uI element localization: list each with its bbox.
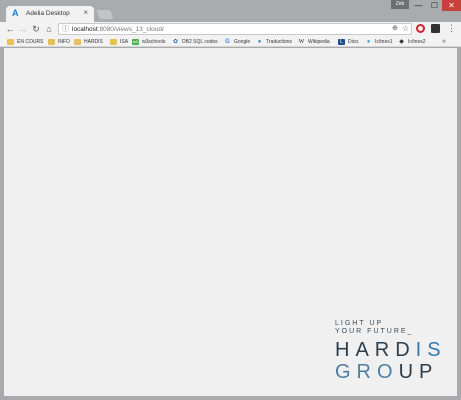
logo-tagline-line1: LIGHT UP: [335, 320, 384, 327]
logo-hardis-part2: IS: [415, 339, 447, 361]
logo-group-part1: GRO: [335, 361, 399, 383]
home-icon[interactable]: ⌂: [44, 23, 54, 35]
browser-toolbar: ← → ↻ ⌂ ⓘ localhost:8080/views_13_cloud/…: [0, 22, 461, 36]
bookmark-google[interactable]: G Google: [224, 37, 250, 46]
folder-icon: [48, 38, 55, 45]
bookmark-label: Icônes2: [408, 38, 426, 45]
bookmark-w3schools[interactable]: w3 w3schools: [132, 37, 165, 46]
page-content: LIGHT UP YOUR FUTURE_ HARDIS GROUP: [4, 48, 457, 396]
new-tab-button[interactable]: [96, 10, 114, 19]
zoom-icon[interactable]: ⊕: [392, 24, 398, 34]
tab-title: Adelia Desktop: [26, 10, 70, 17]
bookmark-icones1[interactable]: ● Icônes1: [365, 37, 393, 46]
bookmark-label: Dico.: [348, 38, 360, 45]
bookmark-wikipedia[interactable]: W Wikipedia: [298, 37, 330, 46]
tab-adelia-desktop[interactable]: A Adelia Desktop ×: [6, 6, 94, 22]
bookmark-label: Wikipedia: [308, 38, 330, 45]
bookmarks-bar: EN COURS INFO HARDIS ISA w3 w3schools ✿ …: [0, 36, 461, 47]
reload-icon[interactable]: ↻: [31, 23, 41, 35]
w3schools-icon: w3: [132, 38, 139, 45]
bookmark-label: Google: [234, 38, 251, 45]
bookmark-icones2[interactable]: ◆ Icônes2: [398, 37, 426, 46]
more-bookmarks-icon[interactable]: »: [442, 37, 446, 46]
bookmark-label: HARDIS: [84, 38, 103, 45]
adelia-logo-icon: A: [12, 8, 19, 18]
tag-icon: ◆: [399, 38, 404, 45]
bookmark-label: INFO: [58, 38, 70, 45]
wikipedia-icon: W: [298, 38, 305, 45]
minimize-button[interactable]: —: [411, 0, 426, 11]
folder-icon: [110, 38, 117, 45]
folder-icon: [74, 38, 81, 45]
bookmark-en-cours[interactable]: EN COURS: [7, 37, 43, 46]
bookmark-db2-sql-codes[interactable]: ✿ DB2 SQL codes: [172, 37, 218, 46]
bookmark-star-icon[interactable]: ☆: [402, 24, 409, 34]
bookmark-isa[interactable]: ISA: [110, 37, 128, 46]
hardis-group-logo: LIGHT UP YOUR FUTURE_ HARDIS GROUP: [335, 320, 447, 383]
bookmark-label: EN COURS: [17, 38, 44, 45]
url-text[interactable]: localhost:8080/views_13_cloud/: [72, 25, 164, 34]
maximize-button[interactable]: ☐: [427, 0, 442, 11]
forward-arrow-icon[interactable]: →: [18, 23, 28, 35]
extension-icon[interactable]: [431, 24, 440, 33]
close-tab-icon[interactable]: ×: [83, 8, 88, 17]
logo-tagline-line2: YOUR FUTURE_: [335, 328, 414, 335]
folder-icon: [7, 38, 14, 45]
bookmark-label: Icônes1: [375, 38, 393, 45]
address-bar[interactable]: ⓘ localhost:8080/views_13_cloud/ ⊕ ☆: [58, 23, 412, 35]
logo-hardis-word: HARDIS: [335, 339, 447, 361]
translate-icon: ●: [257, 38, 262, 45]
bookmark-label: Traductions: [266, 38, 292, 45]
bookmark-info[interactable]: INFO: [48, 37, 70, 46]
logo-group-word: GROUP: [335, 361, 447, 383]
menu-icon[interactable]: ⋮: [447, 22, 456, 35]
info-icon[interactable]: ⓘ: [62, 25, 69, 34]
url-path: :8080/views_13_cloud/: [97, 26, 164, 33]
dictionary-icon: L: [338, 38, 345, 45]
close-window-button[interactable]: ✕: [442, 0, 461, 11]
bookmark-label: w3schools: [142, 38, 166, 45]
title-bar: A Adelia Desktop × Zeb — ☐ ✕: [0, 0, 461, 22]
bookmark-hardis[interactable]: HARDIS: [74, 37, 103, 46]
bookmark-label: DB2 SQL codes: [182, 38, 218, 45]
bookmark-label: ISA: [120, 38, 129, 45]
bookmark-traductions[interactable]: ● Traductions: [256, 37, 292, 46]
url-host: localhost: [72, 26, 98, 33]
opera-extension-icon[interactable]: [416, 24, 425, 33]
back-arrow-icon[interactable]: ←: [5, 23, 15, 35]
profile-badge[interactable]: Zeb: [391, 0, 409, 9]
icons-icon: ●: [366, 38, 371, 45]
bookmark-dico[interactable]: L Dico.: [338, 37, 359, 46]
logo-hardis-part1: HARD: [335, 339, 416, 361]
logo-group-part2: UP: [398, 361, 439, 383]
google-icon: G: [225, 38, 230, 45]
gear-icon: ✿: [172, 38, 179, 45]
